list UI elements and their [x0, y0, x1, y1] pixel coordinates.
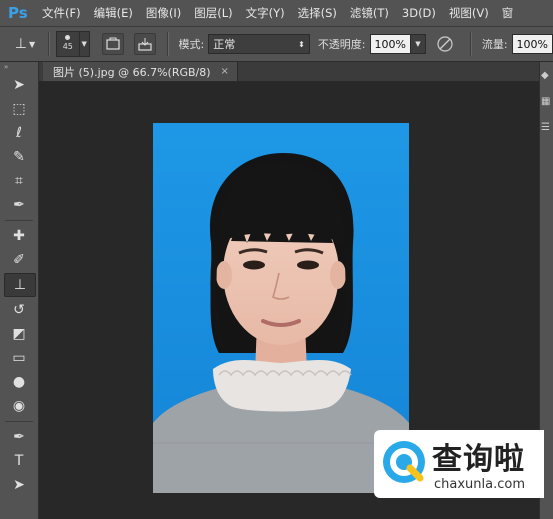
lasso-tool[interactable]: ℓ	[4, 122, 34, 144]
stamp-icon: ⊥	[13, 277, 27, 293]
opacity-input[interactable]: 100%	[369, 34, 411, 54]
menu-type[interactable]: 文字(Y)	[246, 5, 285, 21]
search-magnifier-logo	[383, 441, 425, 483]
eyedropper-icon: ✒	[13, 197, 25, 213]
collapse-icon[interactable]: »	[0, 62, 38, 72]
chevron-down-icon: ▼	[28, 39, 36, 49]
panel-icon[interactable]: ◆	[541, 70, 553, 88]
healing-brush-tool[interactable]: ✚	[4, 225, 34, 247]
type-tool[interactable]: T	[4, 450, 34, 472]
type-icon: T	[14, 453, 24, 469]
menu-bar: Ps 文件(F) 编辑(E) 图像(I) 图层(L) 文字(Y) 选择(S) 滤…	[0, 0, 553, 27]
eraser-tool[interactable]: ◩	[4, 323, 34, 345]
flow-label: 流量:	[481, 38, 508, 51]
gradient-tool[interactable]: ▭	[4, 347, 34, 369]
document-tab[interactable]: 图片 (5).jpg @ 66.7%(RGB/8) ×	[43, 62, 238, 81]
flow-input[interactable]: 100%	[511, 34, 553, 54]
quick-selection-icon: ✎	[13, 149, 25, 165]
marquee-tool[interactable]: ⬚	[4, 98, 34, 120]
move-icon: ➤	[13, 77, 25, 93]
healing-icon: ✚	[13, 228, 25, 244]
blur-tool[interactable]: ●	[4, 371, 34, 393]
watermark-url: chaxunla.com	[434, 477, 525, 492]
portrait-photo	[153, 123, 409, 493]
mode-select[interactable]: 正常 ⬍	[208, 34, 310, 54]
path-selection-icon: ➤	[13, 477, 25, 493]
divider	[47, 32, 50, 56]
crop-tool[interactable]: ⌗	[4, 170, 34, 192]
eyedropper-tool[interactable]: ✒	[4, 194, 34, 216]
opacity-dropdown-button[interactable]: ▼	[410, 34, 426, 54]
menu-layer[interactable]: 图层(L)	[194, 5, 232, 21]
clone-stamp-tool[interactable]: ⊥	[4, 273, 36, 297]
quick-selection-tool[interactable]: ✎	[4, 146, 34, 168]
tablet-pressure-opacity-icon[interactable]	[434, 33, 456, 55]
menu-image[interactable]: 图像(I)	[146, 5, 181, 21]
document-tab-title: 图片 (5).jpg @ 66.7%(RGB/8)	[53, 65, 211, 79]
panel-icon[interactable]: ▦	[541, 96, 553, 114]
close-icon[interactable]: ×	[221, 66, 229, 77]
divider	[5, 421, 33, 422]
divider	[166, 32, 169, 56]
stamp-icon: ⊥	[14, 36, 27, 52]
menu-edit[interactable]: 编辑(E)	[94, 5, 133, 21]
blur-icon: ●	[12, 374, 26, 390]
menu-view[interactable]: 视图(V)	[449, 5, 489, 21]
tool-preset-picker[interactable]: ⊥ ▼	[8, 33, 42, 55]
document-tab-bar: 图片 (5).jpg @ 66.7%(RGB/8) ×	[39, 62, 539, 82]
brush-preset-picker[interactable]: 45	[55, 31, 80, 57]
photoshop-logo: Ps	[8, 4, 28, 22]
options-bar: ⊥ ▼ 45 ▼ 模式: 正常 ⬍ 不透明度: 100% ▼ 流量: 100%	[0, 27, 553, 62]
opacity-label: 不透明度:	[317, 38, 366, 51]
watermark-title: 查询啦	[432, 442, 525, 477]
menu-3d[interactable]: 3D(D)	[402, 6, 436, 20]
document-image[interactable]	[153, 123, 409, 493]
menu-file[interactable]: 文件(F)	[42, 5, 81, 21]
brush-tip-icon	[65, 35, 71, 40]
tools-panel: » ➤ ⬚ ℓ ✎ ⌗ ✒ ✚ ✐ ⊥ ↺ ◩ ▭ ● ◉ ✒ T ➤	[0, 62, 39, 519]
panel-icon[interactable]: ☰	[541, 122, 553, 140]
path-selection-tool[interactable]: ➤	[4, 474, 34, 496]
mode-label: 模式:	[178, 38, 205, 51]
brush-panel-button[interactable]	[101, 33, 124, 55]
brush-icon: ✐	[13, 252, 25, 268]
mode-value: 正常	[213, 38, 236, 51]
menu-select[interactable]: 选择(S)	[298, 5, 337, 21]
dodge-icon: ◉	[12, 398, 26, 414]
brush-tool[interactable]: ✐	[4, 249, 34, 271]
lasso-icon: ℓ	[16, 125, 22, 141]
pen-tool[interactable]: ✒	[4, 426, 34, 448]
pressure-icon	[437, 36, 453, 52]
history-brush-tool[interactable]: ↺	[4, 299, 34, 321]
divider	[5, 220, 33, 221]
pen-icon: ✒	[13, 429, 25, 445]
move-tool[interactable]: ➤	[4, 74, 34, 96]
watermark: 查询啦 chaxunla.com	[374, 430, 544, 498]
brush-panel-icon	[106, 37, 120, 50]
brush-dropdown-button[interactable]: ▼	[79, 31, 90, 57]
gradient-icon: ▭	[12, 350, 26, 366]
menu-filter[interactable]: 滤镜(T)	[350, 5, 389, 21]
divider	[469, 32, 472, 56]
dodge-tool[interactable]: ◉	[4, 395, 34, 417]
menu-window[interactable]: 窗	[502, 5, 514, 21]
crop-icon: ⌗	[15, 173, 23, 189]
clone-source-button[interactable]	[133, 33, 156, 55]
clone-source-icon	[137, 38, 152, 51]
history-brush-icon: ↺	[13, 302, 25, 318]
brush-size-value: 45	[62, 42, 73, 51]
marquee-icon: ⬚	[12, 101, 26, 117]
chevron-updown-icon: ⬍	[298, 39, 305, 49]
eraser-icon: ◩	[12, 326, 26, 342]
